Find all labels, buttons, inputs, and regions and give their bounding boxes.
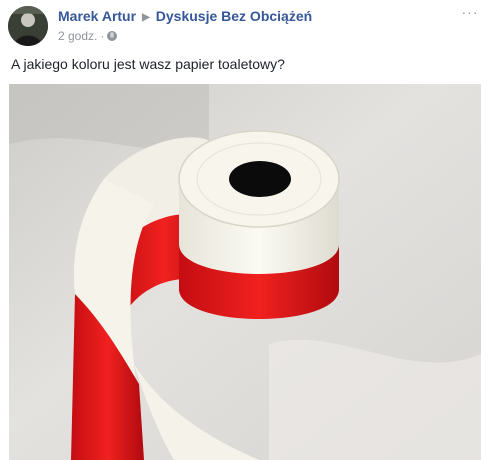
post-header: Marek Artur ▶ Dyskusje Bez Obciążeń <box>58 8 312 24</box>
author-name-link[interactable]: Marek Artur <box>58 8 136 24</box>
globe-icon[interactable] <box>107 31 118 41</box>
post-meta: 2 godz. · <box>58 29 118 43</box>
group-name-link[interactable]: Dyskusje Bez Obciążeń <box>156 8 312 24</box>
avatar[interactable] <box>8 6 48 46</box>
post-photo[interactable] <box>9 84 481 460</box>
avatar-image <box>8 6 48 46</box>
post-text: A jakiego koloru jest wasz papier toalet… <box>11 56 285 72</box>
feed-post: Marek Artur ▶ Dyskusje Bez Obciążeń 2 godz… <box>0 0 489 460</box>
timestamp-link[interactable]: 2 godz. <box>58 29 97 43</box>
triangle-right-icon: ▶ <box>142 12 150 23</box>
meta-separator: · <box>100 29 105 43</box>
toilet-paper-photo <box>9 84 481 460</box>
more-options-button[interactable]: ··· <box>457 4 483 20</box>
